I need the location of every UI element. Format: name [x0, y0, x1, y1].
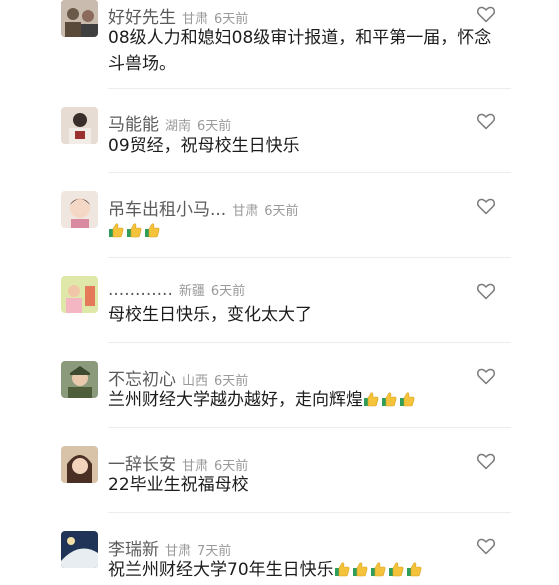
comment-meta: ............ 新疆 6天前 [108, 280, 245, 300]
thumbs-up-emoji-icon [126, 220, 142, 238]
comment-text-content: 祝兰州财经大学70年生日快乐 [108, 560, 334, 580]
comment-text [108, 218, 500, 244]
thumbs-up-emoji-icon [108, 220, 124, 238]
avatar[interactable] [61, 531, 98, 568]
like-heart-icon[interactable] [476, 282, 496, 300]
user-region: 甘肃 [232, 204, 259, 219]
comment-text: 母校生日快乐，变化太大了 [108, 305, 312, 325]
user-nickname[interactable]: 马能能 [108, 115, 159, 135]
thumbs-up-emoji-icon [352, 559, 368, 577]
divider [108, 512, 511, 513]
like-heart-icon[interactable] [476, 537, 496, 555]
like-heart-icon[interactable] [476, 367, 496, 385]
thumbs-up-emoji-icon [144, 220, 160, 238]
like-heart-icon[interactable] [476, 112, 496, 130]
comment-time: 6天前 [210, 284, 246, 299]
comment-text: 08级人力和媳妇08级审计报道，和平第一届，怀念斗兽场。 [108, 28, 492, 74]
user-nickname[interactable]: ............ [108, 280, 173, 300]
thumbs-up-emoji-icon [363, 389, 379, 407]
like-heart-icon[interactable] [476, 197, 496, 215]
user-nickname[interactable]: 吊车出租小马... [108, 200, 226, 220]
like-heart-icon[interactable] [476, 452, 496, 470]
thumbs-up-emoji-icon [370, 559, 386, 577]
comment-time: 6天前 [264, 204, 299, 219]
avatar[interactable] [61, 107, 98, 144]
thumbs-up-emoji-icon [381, 389, 397, 407]
comment-text-content: 兰州财经大学越办越好，走向辉煌 [108, 390, 363, 410]
divider [108, 88, 511, 89]
avatar[interactable] [61, 191, 98, 228]
divider [108, 172, 511, 173]
avatar[interactable] [61, 276, 98, 313]
thumbs-up-emoji-icon [334, 559, 350, 577]
comment-text: 09贸经，祝母校生日快乐 [108, 136, 300, 156]
comment-meta: 马能能 湖南 6天前 [108, 110, 231, 135]
comment-meta: 吊车出租小马... 甘肃 6天前 [108, 195, 299, 220]
divider [108, 342, 511, 343]
comment-time: 6天前 [197, 119, 232, 134]
user-region: 新疆 [178, 284, 205, 299]
comment-text: 22毕业生祝福母校 [108, 475, 249, 495]
comment-text: 祝兰州财经大学70年生日快乐 [108, 557, 500, 583]
avatar[interactable] [61, 361, 98, 398]
thumbs-up-emoji-icon [388, 559, 404, 577]
thumbs-up-emoji-icon [399, 389, 415, 407]
like-heart-icon[interactable] [476, 5, 496, 23]
avatar[interactable] [61, 446, 98, 483]
comment-text: 兰州财经大学越办越好，走向辉煌 [108, 387, 500, 413]
divider [108, 257, 511, 258]
thumbs-up-emoji-icon [406, 559, 422, 577]
user-region: 湖南 [165, 119, 192, 134]
divider [108, 427, 511, 428]
avatar[interactable] [61, 0, 98, 37]
